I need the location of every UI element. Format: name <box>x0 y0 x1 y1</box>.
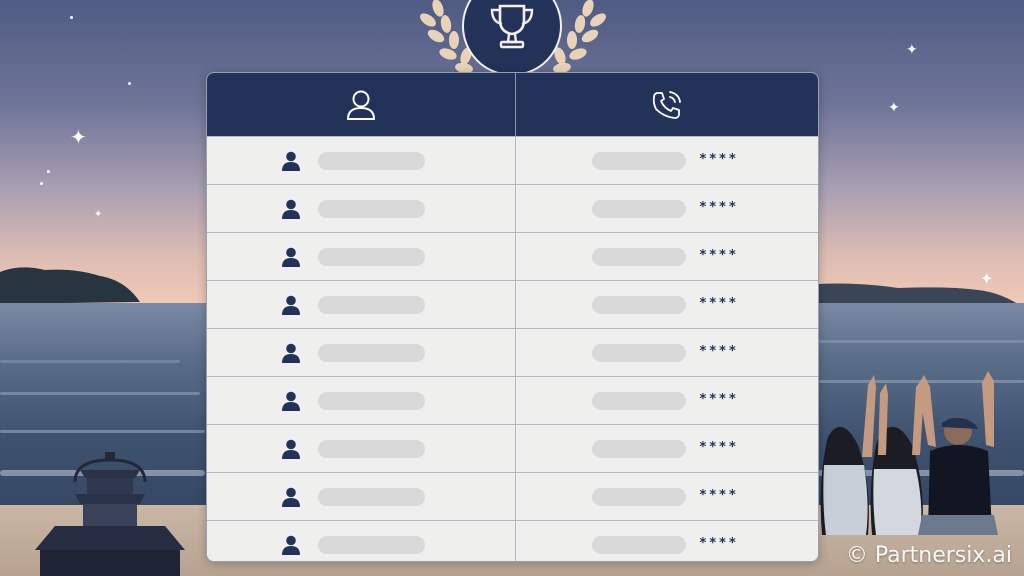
wave <box>0 392 200 395</box>
phone-placeholder-bar <box>592 248 686 266</box>
wave <box>0 360 180 363</box>
masked-phone-digits: **** <box>699 488 739 503</box>
phone-placeholder-bar <box>592 344 686 362</box>
star-dot <box>40 182 43 185</box>
user-filled-icon <box>282 247 300 267</box>
user-filled-icon <box>282 343 300 363</box>
phone-placeholder-bar <box>592 488 686 506</box>
wave <box>818 340 1024 343</box>
table-row: **** <box>207 328 818 376</box>
star-dot <box>47 170 50 173</box>
phone-cell: **** <box>516 521 818 561</box>
star-icon: ✦ <box>906 41 918 57</box>
name-placeholder-bar <box>318 152 425 170</box>
table-row: **** <box>207 376 818 424</box>
phone-cell: **** <box>516 329 818 376</box>
masked-phone-digits: **** <box>699 296 739 311</box>
watermark-text: © Partnersix.ai <box>845 543 1012 568</box>
phone-cell: **** <box>516 233 818 280</box>
people-celebrating <box>820 371 998 535</box>
phone-cell: **** <box>516 281 818 328</box>
table-row: **** <box>207 232 818 280</box>
phone-placeholder-bar <box>592 200 686 218</box>
header-phone-column <box>516 73 818 136</box>
table-row: **** <box>207 184 818 232</box>
phone-placeholder-bar <box>592 296 686 314</box>
name-placeholder-bar <box>318 536 425 554</box>
name-placeholder-bar <box>318 488 425 506</box>
user-cell <box>207 473 516 520</box>
masked-phone-digits: **** <box>699 200 739 215</box>
user-cell <box>207 185 516 232</box>
name-placeholder-bar <box>318 200 425 218</box>
phone-cell: **** <box>516 185 818 232</box>
star-icon: ✦ <box>888 99 900 115</box>
user-cell <box>207 377 516 424</box>
phone-placeholder-bar <box>592 392 686 410</box>
masked-phone-digits: **** <box>699 152 739 167</box>
table-row: **** <box>207 136 818 184</box>
phone-placeholder-bar <box>592 152 686 170</box>
name-placeholder-bar <box>318 344 425 362</box>
user-filled-icon <box>282 535 300 555</box>
table-header <box>207 73 818 136</box>
masked-phone-digits: **** <box>699 392 739 407</box>
trophy-icon <box>490 4 534 49</box>
table-body: **** **** **** **** **** **** **** **** **** <box>207 136 818 561</box>
user-cell <box>207 425 516 472</box>
name-placeholder-bar <box>318 440 425 458</box>
island-left <box>0 267 140 304</box>
table-row: **** <box>207 424 818 472</box>
star-icon: ✦ <box>70 127 87 149</box>
user-filled-icon <box>282 151 300 171</box>
name-placeholder-bar <box>318 392 425 410</box>
phone-placeholder-bar <box>592 536 686 554</box>
masked-phone-digits: **** <box>699 536 739 551</box>
user-filled-icon <box>282 487 300 507</box>
island-right <box>818 283 1018 304</box>
user-filled-icon <box>282 439 300 459</box>
user-filled-icon <box>282 295 300 315</box>
star-dot <box>128 82 131 85</box>
user-cell <box>207 281 516 328</box>
phone-cell: **** <box>516 377 818 424</box>
name-placeholder-bar <box>318 296 425 314</box>
phone-cell: **** <box>516 473 818 520</box>
table-row: **** <box>207 520 818 561</box>
user-cell <box>207 521 516 561</box>
user-filled-icon <box>282 391 300 411</box>
user-cell <box>207 137 516 184</box>
user-filled-icon <box>282 199 300 219</box>
table-row: **** <box>207 280 818 328</box>
phone-placeholder-bar <box>592 440 686 458</box>
masked-phone-digits: **** <box>699 248 739 263</box>
phone-cell: **** <box>516 425 818 472</box>
masked-phone-digits: **** <box>699 344 739 359</box>
masked-phone-digits: **** <box>699 440 739 455</box>
lantern-icon <box>35 452 185 576</box>
user-outline-icon <box>346 90 376 120</box>
wave <box>0 430 205 433</box>
user-cell <box>207 233 516 280</box>
name-placeholder-bar <box>318 248 425 266</box>
phone-icon <box>652 90 681 119</box>
table-row: **** <box>207 472 818 520</box>
user-cell <box>207 329 516 376</box>
phone-cell: **** <box>516 137 818 184</box>
star-dot <box>70 16 73 19</box>
contact-table: **** **** **** **** **** **** **** **** **** <box>206 72 819 562</box>
star-icon: ✦ <box>94 209 103 220</box>
header-user-column <box>207 73 516 136</box>
